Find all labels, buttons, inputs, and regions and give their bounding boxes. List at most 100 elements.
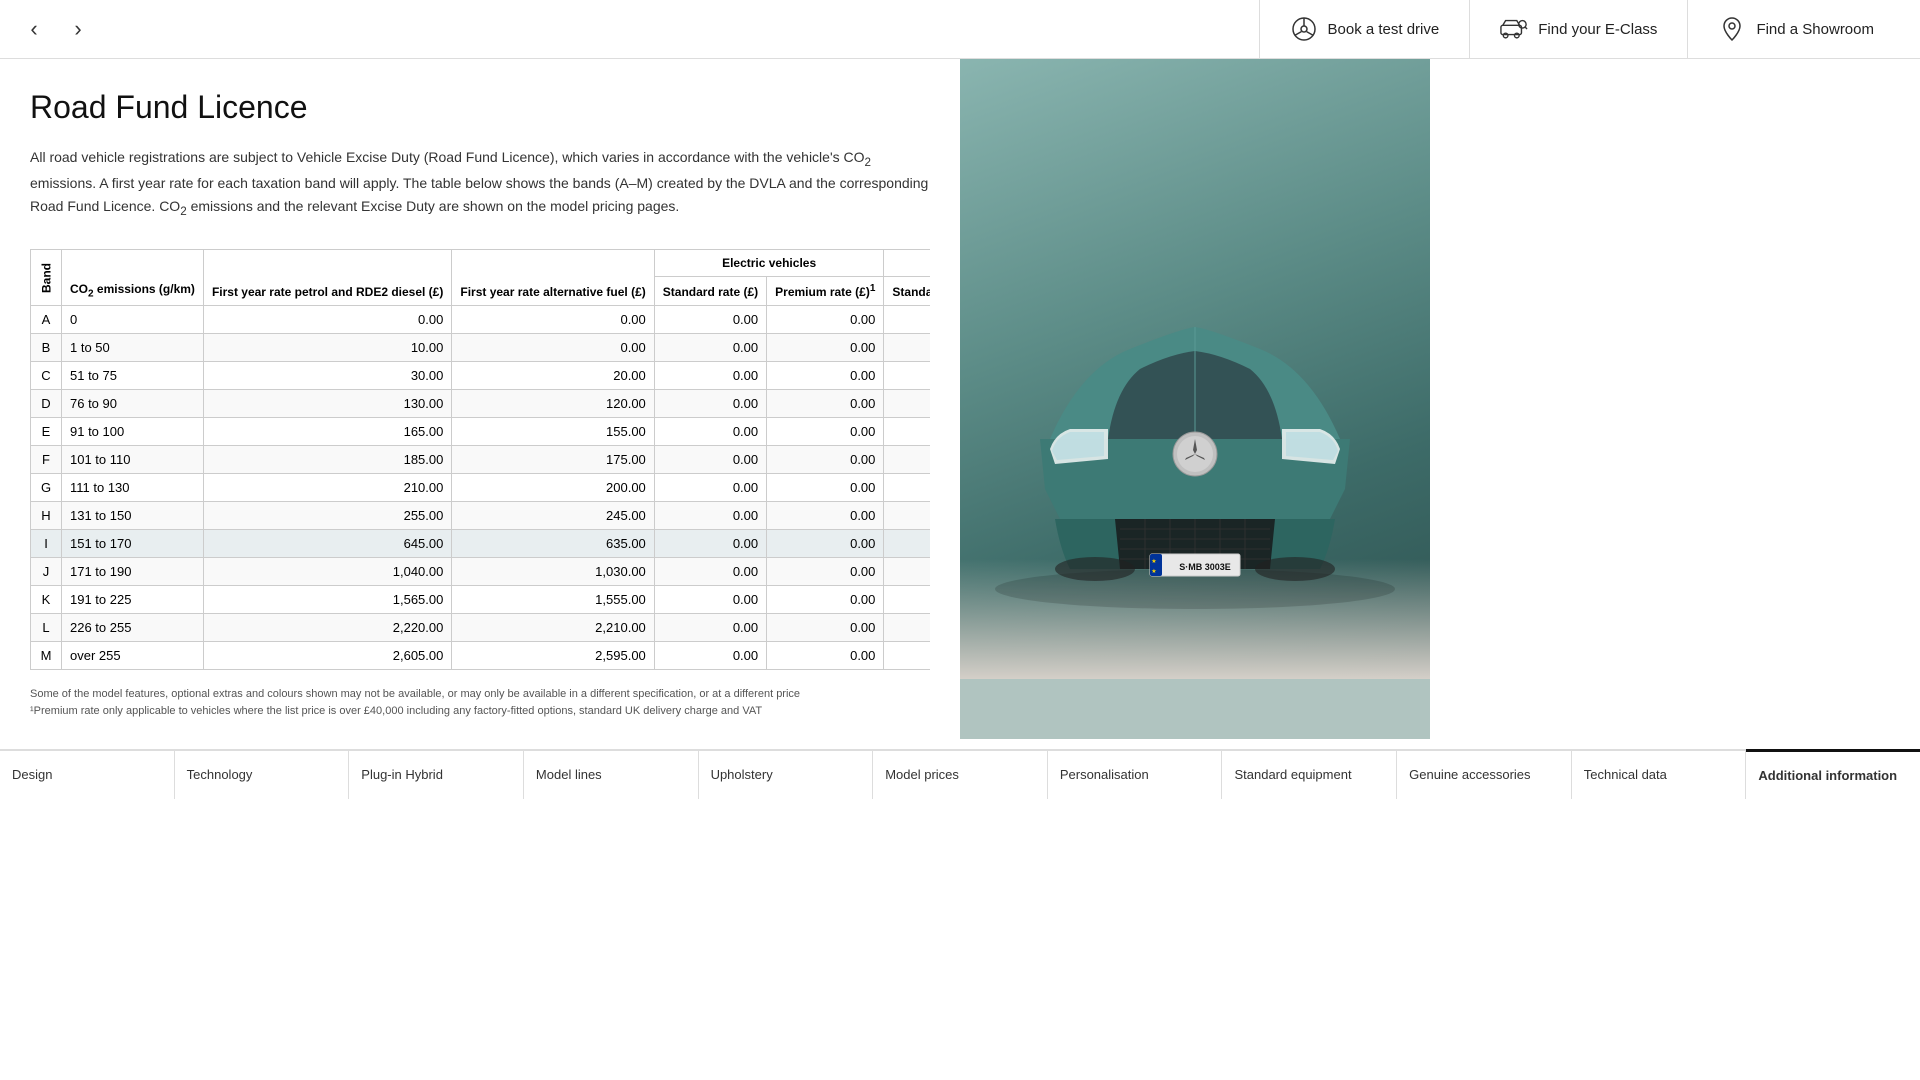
table-cell: 1,040.00 bbox=[203, 558, 451, 586]
nav-genuine-accessories[interactable]: Genuine accessories bbox=[1397, 751, 1572, 799]
band-header: Band bbox=[31, 250, 62, 306]
table-row: D76 to 90130.00120.000.000.00170.00560.0… bbox=[31, 390, 931, 418]
footnote-line1: Some of the model features, optional ext… bbox=[30, 686, 930, 703]
nav-technology[interactable]: Technology bbox=[175, 751, 350, 799]
road-fund-table-container: Band CO2 emissions (g/km) First year rat… bbox=[30, 249, 930, 670]
table-cell: I bbox=[31, 530, 62, 558]
table-cell: J bbox=[31, 558, 62, 586]
table-cell: 170.00 bbox=[884, 446, 930, 474]
table-cell: 111 to 130 bbox=[62, 474, 204, 502]
desc-part3: emissions and the relevant Excise Duty a… bbox=[187, 198, 680, 214]
table-row: G111 to 130210.00200.000.000.00170.00560… bbox=[31, 474, 931, 502]
table-cell: 1,565.00 bbox=[203, 586, 451, 614]
table-cell: 0.00 bbox=[654, 642, 766, 670]
book-test-drive-label: Book a test drive bbox=[1328, 21, 1440, 38]
table-cell: 0 bbox=[62, 306, 204, 334]
table-row: H131 to 150255.00245.000.000.00170.00560… bbox=[31, 502, 931, 530]
location-pin-icon bbox=[1718, 15, 1746, 43]
table-row: J171 to 1901,040.001,030.000.000.00170.0… bbox=[31, 558, 931, 586]
ev-std-header: Standard rate (£) bbox=[654, 277, 766, 306]
table-cell: 645.00 bbox=[203, 530, 451, 558]
table-cell: H bbox=[31, 502, 62, 530]
table-row: B1 to 5010.000.000.000.00170.00560.00180… bbox=[31, 334, 931, 362]
footnotes: Some of the model features, optional ext… bbox=[30, 686, 930, 719]
table-cell: 170.00 bbox=[884, 362, 930, 390]
book-test-drive-link[interactable]: Book a test drive bbox=[1259, 0, 1470, 58]
footnote-line2: ¹Premium rate only applicable to vehicle… bbox=[30, 703, 930, 720]
table-cell: 2,605.00 bbox=[203, 642, 451, 670]
table-cell: over 255 bbox=[62, 642, 204, 670]
top-navigation: ‹ › Book a test drive bbox=[0, 0, 1920, 59]
table-cell: 170.00 bbox=[884, 614, 930, 642]
page-title: Road Fund Licence bbox=[30, 89, 930, 126]
table-cell: 0.00 bbox=[767, 446, 884, 474]
table-row: F101 to 110185.00175.000.000.00170.00560… bbox=[31, 446, 931, 474]
table-cell: 635.00 bbox=[452, 530, 654, 558]
table-row: K191 to 2251,565.001,555.000.000.00170.0… bbox=[31, 586, 931, 614]
table-cell: 191 to 225 bbox=[62, 586, 204, 614]
table-cell: 0.00 bbox=[767, 586, 884, 614]
table-cell: 185.00 bbox=[203, 446, 451, 474]
table-cell: 51 to 75 bbox=[62, 362, 204, 390]
table-cell: 0.00 bbox=[654, 530, 766, 558]
table-cell: 0.00 bbox=[767, 642, 884, 670]
nav-additional-information[interactable]: Additional information bbox=[1746, 749, 1920, 799]
table-cell: 170.00 bbox=[884, 586, 930, 614]
prev-arrow[interactable]: ‹ bbox=[16, 11, 52, 47]
table-row: A00.000.000.000.000.000.000.000.00 bbox=[31, 306, 931, 334]
table-cell: 0.00 bbox=[767, 474, 884, 502]
table-row: L226 to 2552,220.002,210.000.000.00170.0… bbox=[31, 614, 931, 642]
afv-std-header: Standard rate (£) bbox=[884, 277, 930, 306]
table-cell: 101 to 110 bbox=[62, 446, 204, 474]
table-cell: 0.00 bbox=[654, 474, 766, 502]
table-row: C51 to 7530.0020.000.000.00170.00560.001… bbox=[31, 362, 931, 390]
find-eclass-label: Find your E-Class bbox=[1538, 21, 1657, 38]
table-cell: 170.00 bbox=[884, 334, 930, 362]
table-cell: E bbox=[31, 418, 62, 446]
road-fund-table: Band CO2 emissions (g/km) First year rat… bbox=[30, 249, 930, 670]
table-cell: 170.00 bbox=[884, 390, 930, 418]
table-cell: 0.00 bbox=[654, 362, 766, 390]
table-cell: 1,555.00 bbox=[452, 586, 654, 614]
table-cell: 170.00 bbox=[884, 502, 930, 530]
table-cell: 0.00 bbox=[654, 586, 766, 614]
table-cell: 0.00 bbox=[767, 614, 884, 642]
next-arrow[interactable]: › bbox=[60, 11, 96, 47]
table-cell: K bbox=[31, 586, 62, 614]
table-cell: 155.00 bbox=[452, 418, 654, 446]
table-cell: 165.00 bbox=[203, 418, 451, 446]
alt-fuel-header: Alternative fuel vehicles bbox=[884, 250, 930, 277]
car-search-icon bbox=[1500, 15, 1528, 43]
table-row: E91 to 100165.00155.000.000.00170.00560.… bbox=[31, 418, 931, 446]
table-cell: 20.00 bbox=[452, 362, 654, 390]
desc-sub1: 2 bbox=[865, 156, 871, 169]
nav-technical-data[interactable]: Technical data bbox=[1572, 751, 1747, 799]
co2-header: CO2 emissions (g/km) bbox=[62, 250, 204, 306]
table-cell: 0.00 bbox=[767, 502, 884, 530]
nav-arrows: ‹ › bbox=[16, 11, 96, 47]
table-cell: 151 to 170 bbox=[62, 530, 204, 558]
table-cell: C bbox=[31, 362, 62, 390]
nav-standard-equipment[interactable]: Standard equipment bbox=[1222, 751, 1397, 799]
table-cell: 2,595.00 bbox=[452, 642, 654, 670]
table-cell: G bbox=[31, 474, 62, 502]
find-showroom-link[interactable]: Find a Showroom bbox=[1687, 0, 1904, 58]
find-showroom-label: Find a Showroom bbox=[1756, 21, 1874, 38]
svg-text:★: ★ bbox=[1151, 568, 1156, 575]
table-body: A00.000.000.000.000.000.000.000.00B1 to … bbox=[31, 306, 931, 670]
table-cell: 1,030.00 bbox=[452, 558, 654, 586]
table-cell: 91 to 100 bbox=[62, 418, 204, 446]
table-cell: 170.00 bbox=[884, 642, 930, 670]
nav-design[interactable]: Design bbox=[0, 751, 175, 799]
bottom-navigation: Design Technology Plug-in Hybrid Model l… bbox=[0, 749, 1920, 799]
table-cell: 210.00 bbox=[203, 474, 451, 502]
nav-personalisation[interactable]: Personalisation bbox=[1048, 751, 1223, 799]
nav-upholstery[interactable]: Upholstery bbox=[699, 751, 874, 799]
table-cell: 76 to 90 bbox=[62, 390, 204, 418]
nav-model-prices[interactable]: Model prices bbox=[873, 751, 1048, 799]
nav-plugin-hybrid[interactable]: Plug-in Hybrid bbox=[349, 751, 524, 799]
table-header-row-1: Band CO2 emissions (g/km) First year rat… bbox=[31, 250, 931, 277]
find-eclass-link[interactable]: Find your E-Class bbox=[1469, 0, 1687, 58]
nav-model-lines[interactable]: Model lines bbox=[524, 751, 699, 799]
car-image-area: ★ ★ S·MB 3003E bbox=[960, 59, 1430, 739]
